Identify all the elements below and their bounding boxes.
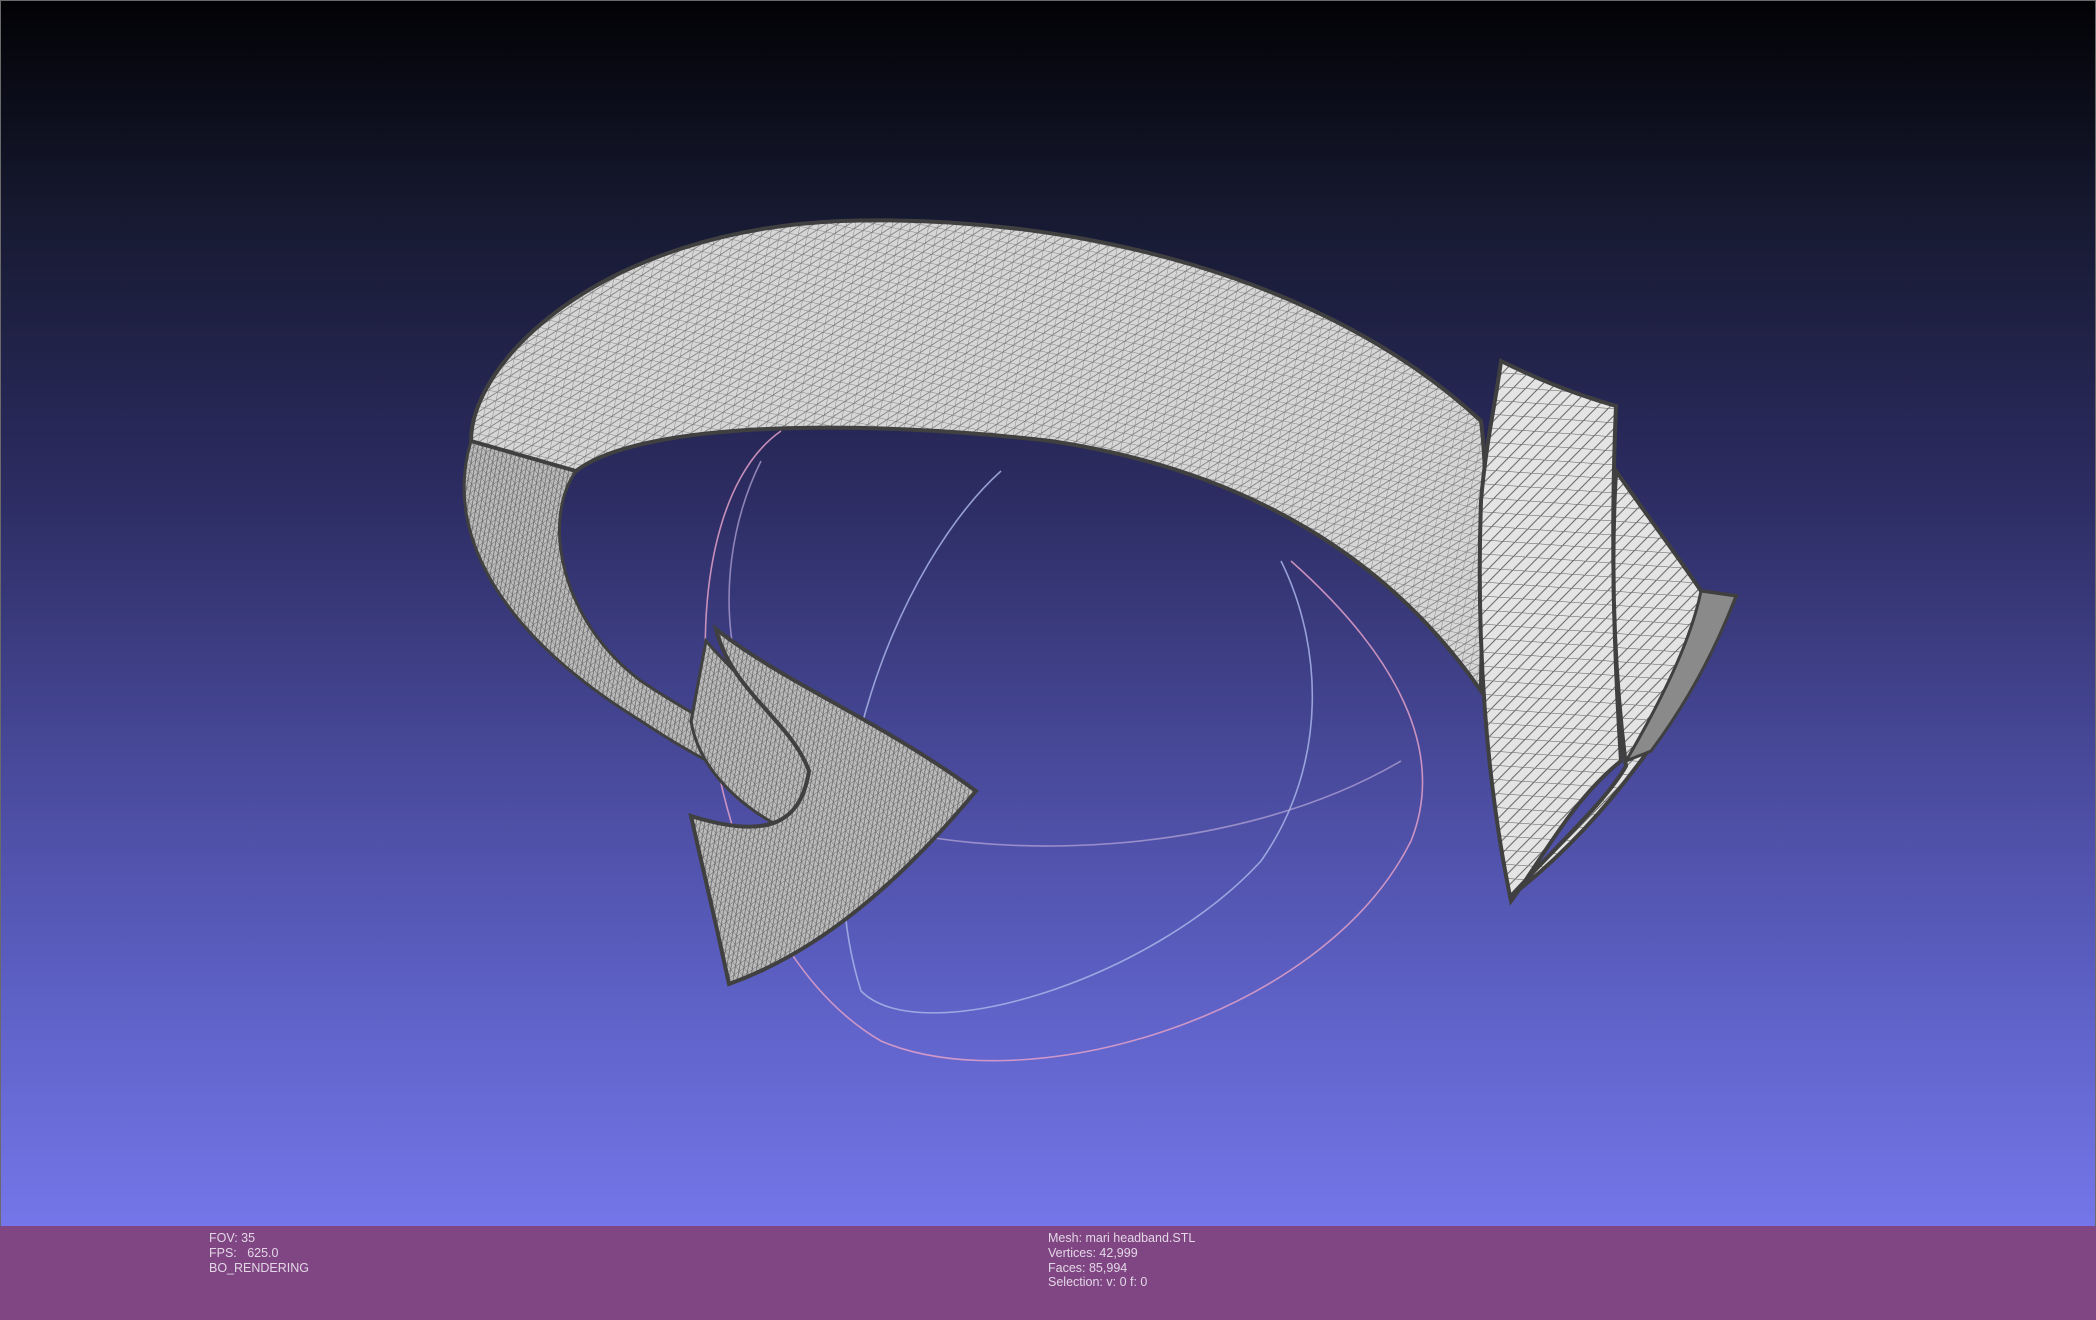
- band-main: [468, 218, 1488, 698]
- render-info-panel: FOV: 35 FPS: 625.0 BO_RENDERING: [209, 1231, 309, 1275]
- status-bar: FOV: 35 FPS: 625.0 BO_RENDERING Mesh: ma…: [0, 1226, 2096, 1320]
- fps-readout: FPS: 625.0: [209, 1245, 279, 1260]
- 3d-viewport[interactable]: [0, 0, 2096, 1226]
- fov-readout: FOV: 35: [209, 1231, 256, 1245]
- trackball-ring-blue: [842, 470, 1314, 1014]
- vertices-readout: Vertices: 42,999: [1048, 1245, 1138, 1260]
- right-arrowhead-panel: [1477, 357, 1624, 906]
- render-mode-readout: BO_RENDERING: [209, 1260, 310, 1275]
- mesh-info-panel: Mesh: mari headband.STL Vertices: 42,999…: [1048, 1231, 1195, 1290]
- headband-mesh: [462, 218, 1739, 987]
- mesh-name-readout: Mesh: mari headband.STL: [1048, 1231, 1196, 1245]
- mesh-scene[interactable]: [1, 1, 2096, 1227]
- selection-readout: Selection: v: 0 f: 0: [1048, 1275, 1148, 1290]
- faces-readout: Faces: 85,994: [1048, 1260, 1128, 1275]
